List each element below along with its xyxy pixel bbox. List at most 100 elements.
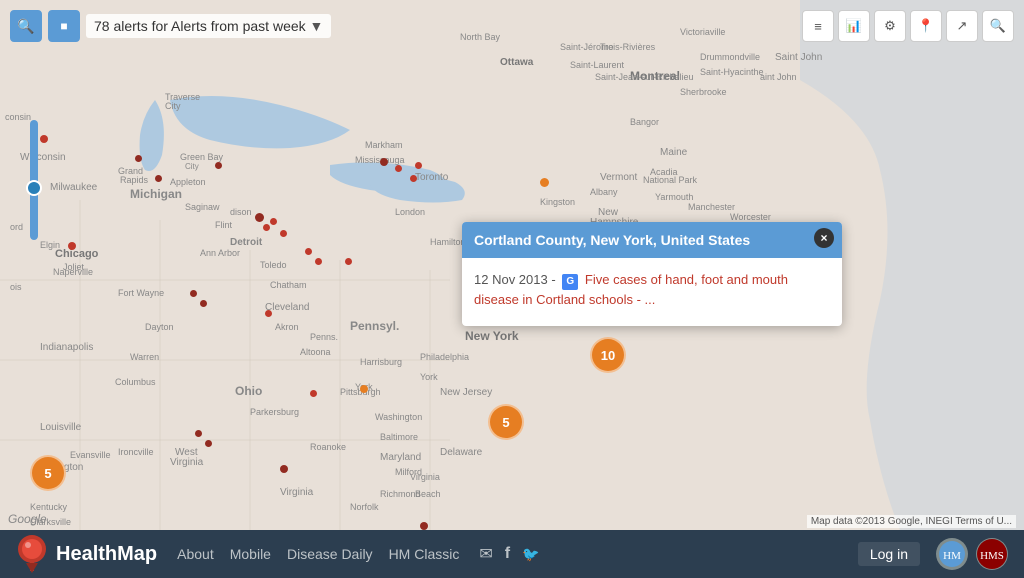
top-toolbar: 🔍 ■ 78 alerts for Alerts from past week … bbox=[10, 10, 331, 42]
svg-text:Indianapolis: Indianapolis bbox=[40, 342, 93, 353]
video-icon: ■ bbox=[60, 19, 67, 33]
cluster-c1[interactable]: 10 bbox=[590, 337, 626, 373]
share-button[interactable]: ↗ bbox=[946, 10, 978, 42]
facebook-icon[interactable]: f bbox=[505, 545, 510, 563]
map-dot-15[interactable] bbox=[205, 440, 212, 447]
nav-mobile[interactable]: Mobile bbox=[230, 546, 271, 562]
nav-social: ✉ f 🐦 bbox=[479, 544, 539, 564]
twitter-icon[interactable]: 🐦 bbox=[522, 546, 539, 563]
video-button[interactable]: ■ bbox=[48, 10, 80, 42]
pin-icon: 📍 bbox=[918, 18, 934, 34]
map-dot-3[interactable] bbox=[215, 162, 222, 169]
svg-text:Yarmouth: Yarmouth bbox=[655, 192, 693, 202]
svg-text:Elgin: Elgin bbox=[40, 240, 60, 250]
svg-text:York: York bbox=[420, 372, 438, 382]
svg-text:Altoona: Altoona bbox=[300, 347, 331, 357]
svg-text:Chatham: Chatham bbox=[270, 280, 307, 290]
svg-text:New Jersey: New Jersey bbox=[440, 387, 492, 398]
map-dot-20[interactable] bbox=[410, 175, 417, 182]
google-logo: Google bbox=[8, 512, 47, 526]
svg-text:Kentucky: Kentucky bbox=[30, 502, 68, 512]
svg-text:Sherbrooke: Sherbrooke bbox=[680, 87, 727, 97]
nav-hm-classic[interactable]: HM Classic bbox=[389, 546, 460, 562]
email-icon[interactable]: ✉ bbox=[479, 544, 492, 564]
map-dot-13[interactable] bbox=[265, 310, 272, 317]
right-toolbar: ≡ 📊 ⚙ 📍 ↗ 🔍 bbox=[802, 10, 1014, 42]
settings-button[interactable]: ⚙ bbox=[874, 10, 906, 42]
svg-text:National Park: National Park bbox=[643, 175, 698, 185]
svg-text:dison: dison bbox=[230, 207, 252, 217]
map-dot-24[interactable] bbox=[280, 465, 288, 473]
svg-text:Joliet: Joliet bbox=[63, 262, 85, 272]
map-dot-14[interactable] bbox=[195, 430, 202, 437]
google-text: Google bbox=[8, 512, 47, 526]
map-dot-10[interactable] bbox=[345, 258, 352, 265]
svg-text:New York: New York bbox=[465, 329, 519, 343]
svg-text:ord: ord bbox=[10, 222, 23, 232]
svg-text:Toronto: Toronto bbox=[415, 172, 449, 183]
map-dot-2[interactable] bbox=[155, 175, 162, 182]
alert-label[interactable]: 78 alerts for Alerts from past week ▼ bbox=[86, 14, 331, 38]
map-dot-12[interactable] bbox=[200, 300, 207, 307]
svg-text:Columbus: Columbus bbox=[115, 377, 156, 387]
svg-text:Saginaw: Saginaw bbox=[185, 202, 220, 212]
map-dot-8[interactable] bbox=[305, 248, 312, 255]
bottom-nav: HealthMap About Mobile Disease Daily HM … bbox=[0, 530, 1024, 578]
map-dot-0[interactable] bbox=[40, 135, 48, 143]
popup-header: Cortland County, New York, United States… bbox=[462, 222, 842, 258]
svg-text:Washington: Washington bbox=[375, 412, 422, 422]
chart-view-button[interactable]: 📊 bbox=[838, 10, 870, 42]
svg-text:London: London bbox=[395, 207, 425, 217]
svg-text:Maryland: Maryland bbox=[380, 452, 421, 463]
svg-text:Hamilton: Hamilton bbox=[430, 237, 466, 247]
svg-text:Virginia: Virginia bbox=[280, 487, 314, 498]
logo-area: HealthMap bbox=[16, 535, 157, 573]
partner-logo-2: HMS bbox=[976, 538, 1008, 570]
svg-text:Philadelphia: Philadelphia bbox=[420, 352, 469, 362]
gear-icon: ⚙ bbox=[884, 18, 896, 34]
map-attribution: Map data ©2013 Google, INEGI Terms of U.… bbox=[807, 515, 1016, 528]
map-dot-11[interactable] bbox=[190, 290, 197, 297]
map-dot-6[interactable] bbox=[270, 218, 277, 225]
map-container[interactable]: Wisconsin consin Milwaukee ord Chicago N… bbox=[0, 0, 1024, 530]
cluster-c2[interactable]: 5 bbox=[488, 404, 524, 440]
chart-icon: 📊 bbox=[846, 18, 862, 34]
svg-text:Louisville: Louisville bbox=[40, 422, 82, 433]
map-dot-25[interactable] bbox=[420, 522, 428, 530]
dropdown-arrow: ▼ bbox=[306, 18, 324, 34]
svg-text:Warren: Warren bbox=[130, 352, 159, 362]
map-dot-7[interactable] bbox=[280, 230, 287, 237]
zoom-button[interactable]: 🔍 bbox=[982, 10, 1014, 42]
map-dot-23[interactable] bbox=[68, 242, 76, 250]
popup-close-button[interactable]: × bbox=[814, 228, 834, 248]
popup-date: 12 Nov 2013 - bbox=[474, 272, 559, 287]
map-dot-19[interactable] bbox=[395, 165, 402, 172]
svg-text:Chicago: Chicago bbox=[55, 248, 99, 260]
login-button[interactable]: Log in bbox=[858, 542, 920, 566]
map-dot-1[interactable] bbox=[135, 155, 142, 162]
map-dot-18[interactable] bbox=[380, 158, 388, 166]
map-dot-9[interactable] bbox=[315, 258, 322, 265]
list-view-button[interactable]: ≡ bbox=[802, 10, 834, 42]
nav-disease-daily[interactable]: Disease Daily bbox=[287, 546, 373, 562]
search-button[interactable]: 🔍 bbox=[10, 10, 42, 42]
map-dot-5[interactable] bbox=[263, 224, 270, 231]
cluster-c3[interactable]: 5 bbox=[30, 455, 66, 491]
svg-text:HMS: HMS bbox=[980, 550, 1004, 562]
zoom-slider[interactable] bbox=[30, 120, 38, 240]
svg-text:Baltimore: Baltimore bbox=[380, 432, 418, 442]
svg-text:Detroit: Detroit bbox=[230, 237, 263, 248]
svg-text:Saint-Jérome: Saint-Jérome bbox=[560, 42, 614, 52]
map-dot-21[interactable] bbox=[415, 162, 422, 169]
map-dot-22[interactable] bbox=[540, 178, 549, 187]
svg-text:Appleton: Appleton bbox=[170, 177, 206, 187]
map-dot-16[interactable] bbox=[310, 390, 317, 397]
map-dot-4[interactable] bbox=[255, 213, 264, 222]
svg-text:City: City bbox=[185, 162, 199, 171]
pin-button[interactable]: 📍 bbox=[910, 10, 942, 42]
nav-about[interactable]: About bbox=[177, 546, 214, 562]
slider-handle[interactable] bbox=[26, 180, 42, 196]
map-dot-17[interactable] bbox=[360, 385, 368, 393]
partner-logo-1: HM bbox=[936, 538, 968, 570]
svg-text:Victoriaville: Victoriaville bbox=[680, 27, 725, 37]
